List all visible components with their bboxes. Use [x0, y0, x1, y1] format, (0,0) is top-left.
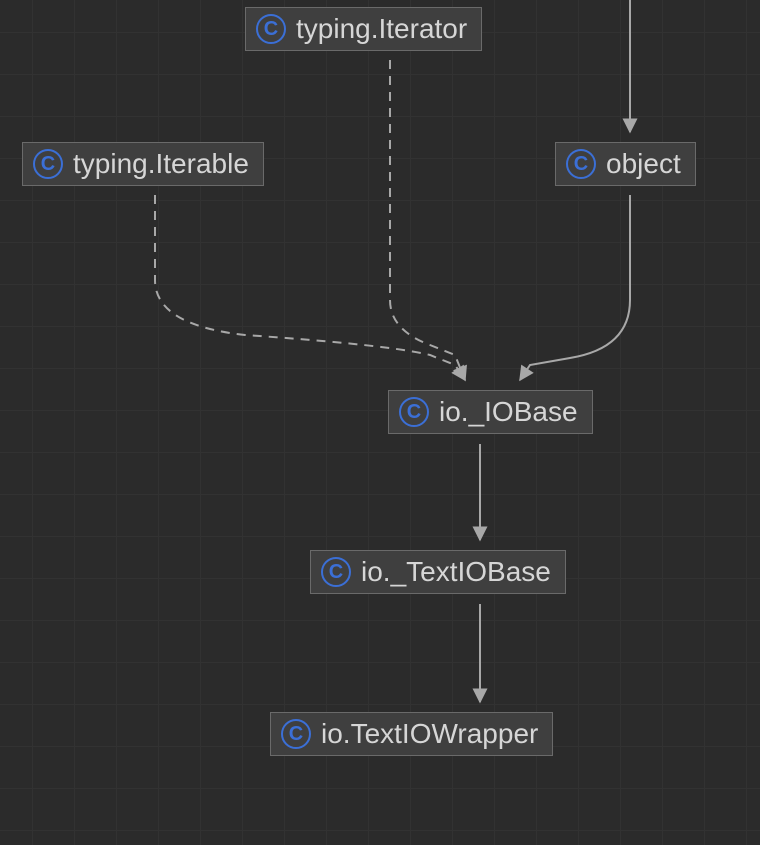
node-label: io._IOBase: [439, 398, 578, 426]
node-label: typing.Iterable: [73, 150, 249, 178]
class-icon: [321, 557, 351, 587]
node-label: io.TextIOWrapper: [321, 720, 538, 748]
edge-object-to-iobase: [520, 195, 630, 380]
node-io-textiobase[interactable]: io._TextIOBase: [310, 550, 566, 594]
node-label: object: [606, 150, 681, 178]
class-icon: [33, 149, 63, 179]
node-io-iobase[interactable]: io._IOBase: [388, 390, 593, 434]
class-icon: [566, 149, 596, 179]
class-icon: [399, 397, 429, 427]
class-icon: [256, 14, 286, 44]
node-io-textiowrapper[interactable]: io.TextIOWrapper: [270, 712, 553, 756]
node-object[interactable]: object: [555, 142, 696, 186]
edge-iterator-to-iobase: [390, 60, 465, 380]
node-typing-iterable[interactable]: typing.Iterable: [22, 142, 264, 186]
edge-iterable-to-iobase: [155, 195, 465, 380]
node-label: io._TextIOBase: [361, 558, 551, 586]
node-label: typing.Iterator: [296, 15, 467, 43]
class-icon: [281, 719, 311, 749]
node-typing-iterator[interactable]: typing.Iterator: [245, 7, 482, 51]
